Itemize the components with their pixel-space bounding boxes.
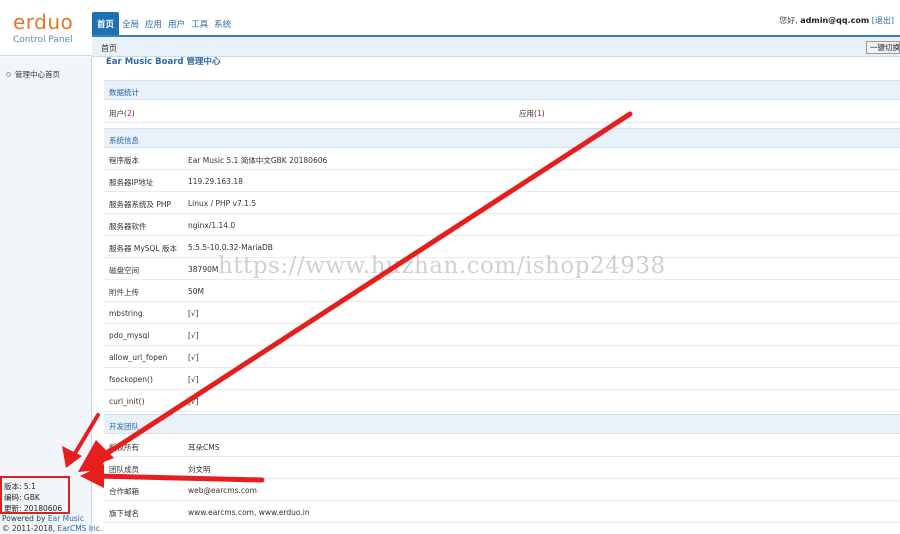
- powered-by-link[interactable]: Ear Music: [48, 514, 84, 523]
- row-key: curl_init(): [109, 397, 145, 406]
- row-value: Linux / PHP v7.1.5: [188, 199, 257, 208]
- row-key: 版权所有: [109, 443, 139, 452]
- table-row: 服务器IP地址 119.29.163.18: [104, 170, 900, 192]
- apps-count: 1: [536, 109, 542, 118]
- table-row: 合作邮箱 web@earcms.com: [104, 479, 900, 501]
- table-row: 团队成员 刘文明: [104, 457, 900, 479]
- sidebar-item-dashboard[interactable]: 管理中心首页: [6, 69, 60, 80]
- nav-system[interactable]: 系统: [211, 12, 234, 36]
- greeting: 您好,: [779, 16, 798, 25]
- header: 首页 全局 应用 用户 工具 系统 您好, admin@qq.com [退出]: [92, 10, 900, 36]
- nav-global[interactable]: 全局: [119, 12, 142, 36]
- row-key: 服务器 MySQL 版本: [109, 244, 178, 253]
- table-row: 版权所有 耳朵CMS: [104, 435, 900, 457]
- section-stats: 数据统计: [104, 80, 900, 100]
- table-row: 程序版本 Ear Music 5.1 简体中文GBK 20180606: [104, 148, 900, 170]
- row-value: 刘文明: [188, 465, 211, 474]
- logo-subtitle: Control Panel: [13, 35, 73, 45]
- row-key: allow_url_fopen: [109, 353, 168, 362]
- sidebar: 管理中心首页 版本: 5.1 编码: GBK 更新: 20180606 Powe…: [0, 57, 102, 534]
- logo[interactable]: erduo Control Panel: [0, 0, 92, 56]
- row-value: 50M: [188, 287, 205, 296]
- version-info-box: 版本: 5.1 编码: GBK 更新: 20180606: [0, 476, 70, 514]
- nav-users[interactable]: 用户: [165, 12, 188, 36]
- row-value: [√]: [188, 375, 199, 384]
- powered-by: Powered by Ear Music: [2, 514, 84, 524]
- quick-switch-button[interactable]: 一键切换: [866, 41, 900, 54]
- row-value: nginx/1.14.0: [188, 221, 236, 230]
- row-key: 合作邮箱: [109, 487, 139, 496]
- version: 版本: 5.1: [4, 482, 36, 491]
- update-date: 更新: 20180606: [4, 504, 63, 513]
- section-sysinfo: 系统信息: [104, 128, 900, 148]
- powered-by-text: Powered by: [2, 514, 46, 523]
- section-title: 系统信息: [109, 136, 139, 145]
- row-value: 38790M: [188, 265, 219, 274]
- bullet-icon: [6, 72, 11, 77]
- apps-label: 应用: [519, 109, 534, 118]
- user-name: admin@qq.com: [800, 16, 870, 25]
- table-row: curl_init() [√]: [104, 390, 900, 412]
- nav-home[interactable]: 首页: [92, 12, 120, 36]
- row-key: 程序版本: [109, 156, 139, 165]
- table-row: mbstring [√]: [104, 302, 900, 324]
- page-title: Ear Music Board 管理中心: [106, 57, 221, 67]
- row-key: 附件上传: [109, 288, 139, 297]
- logout-link[interactable]: [退出]: [872, 16, 894, 25]
- breadcrumb-bar: 首页 一键切换: [92, 37, 900, 57]
- table-row: 附件上传 50M: [104, 280, 900, 302]
- row-value: 耳朵CMS: [188, 443, 220, 452]
- apps-stat[interactable]: 应用(1): [519, 108, 545, 119]
- row-key: 服务器系统及 PHP: [109, 200, 172, 209]
- row-value: www.earcms.com, www.erduo.in: [188, 508, 310, 517]
- row-value: [√]: [188, 331, 199, 340]
- user-area: 您好, admin@qq.com [退出]: [779, 15, 894, 26]
- users-stat[interactable]: 用户(2): [109, 108, 135, 119]
- nav-tools[interactable]: 工具: [188, 12, 211, 36]
- domain-links[interactable]: www.earcms.com, www.erduo.in: [188, 508, 310, 517]
- watermark-text: https://www.huzhan.com/ishop24938: [218, 253, 666, 279]
- encoding: 编码: GBK: [4, 493, 40, 502]
- row-value: 5.5.5-10.0.32-MariaDB: [188, 243, 273, 252]
- table-row: 服务器系统及 PHP Linux / PHP v7.1.5: [104, 192, 900, 214]
- breadcrumb[interactable]: 首页: [101, 43, 117, 54]
- copyright-text: © 2011-2018,: [2, 524, 56, 533]
- row-value: web@earcms.com: [188, 486, 257, 495]
- sidebar-item-label: 管理中心首页: [15, 70, 60, 79]
- logo-text: erduo: [13, 10, 74, 34]
- row-key: 服务器软件: [109, 222, 147, 231]
- section-title: 开发团队: [109, 422, 139, 431]
- row-key: fsockopen(): [109, 375, 153, 384]
- row-value: [√]: [188, 309, 199, 318]
- stats-row: 用户(2) 应用(1): [104, 101, 900, 123]
- row-key: mbstring: [109, 309, 143, 318]
- copyright-link[interactable]: EarCMS Inc.: [58, 524, 103, 533]
- nav-apps[interactable]: 应用: [142, 12, 165, 36]
- copyright: © 2011-2018, EarCMS Inc.: [2, 524, 102, 534]
- row-value: [√]: [188, 353, 199, 362]
- row-key: pdo_mysql: [109, 331, 150, 340]
- row-value: 119.29.163.18: [188, 177, 243, 186]
- main-nav: 首页 全局 应用 用户 工具 系统: [92, 12, 234, 36]
- email-link[interactable]: web@earcms.com: [188, 486, 257, 495]
- users-label: 用户: [109, 109, 124, 118]
- row-key: 服务器IP地址: [109, 178, 154, 187]
- row-value: Ear Music 5.1 简体中文GBK 20180606: [188, 156, 328, 165]
- row-key: 磁盘空间: [109, 266, 139, 275]
- section-team: 开发团队: [104, 414, 900, 434]
- row-key: 团队成员: [109, 465, 139, 474]
- table-row: pdo_mysql [√]: [104, 324, 900, 346]
- table-row: allow_url_fopen [√]: [104, 346, 900, 368]
- row-value: [√]: [188, 397, 199, 406]
- row-key: 旗下域名: [109, 509, 139, 518]
- table-row: 服务器软件 nginx/1.14.0: [104, 214, 900, 236]
- table-row: fsockopen() [√]: [104, 368, 900, 390]
- main-content: Ear Music Board 管理中心 数据统计 用户(2) 应用(1) 系统…: [104, 57, 900, 534]
- section-title: 数据统计: [109, 88, 139, 97]
- users-count: 2: [126, 109, 132, 118]
- table-row: 旗下域名 www.earcms.com, www.erduo.in: [104, 501, 900, 523]
